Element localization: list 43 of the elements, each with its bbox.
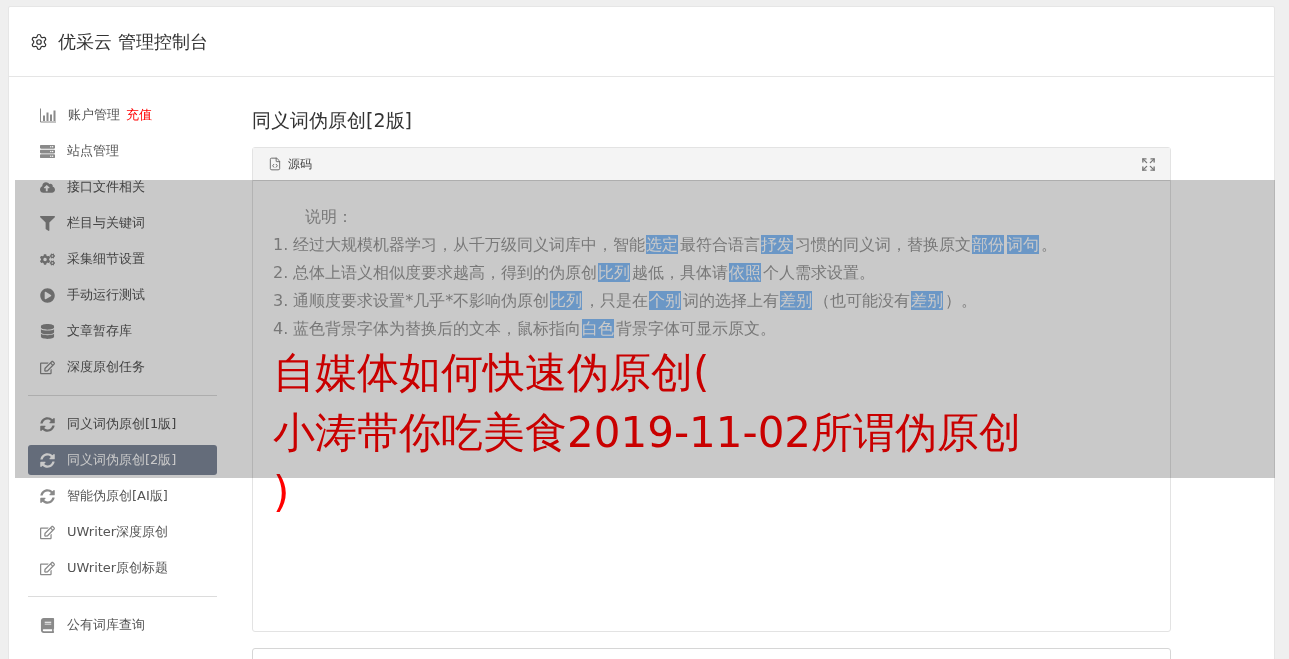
console-title: 优采云 管理控制台 xyxy=(58,29,208,54)
sidebar-item[interactable]: 同义词伪原创[1版] xyxy=(28,409,217,439)
sidebar-item[interactable]: 智能伪原创[AI版] xyxy=(28,481,217,511)
gears-icon xyxy=(40,251,55,267)
page-title: 同义词伪原创[2版] xyxy=(252,108,413,133)
article-line: 小涛带你吃美食2019-11-02所谓伪原创 xyxy=(273,407,1023,459)
edit-icon xyxy=(40,524,55,540)
play-icon xyxy=(40,287,55,303)
server-icon xyxy=(40,143,55,159)
article-line: ) xyxy=(273,467,291,519)
sidebar-item[interactable]: 站点管理 xyxy=(28,136,217,166)
settings-icon xyxy=(30,32,48,51)
sidebar-item[interactable]: UWriter深度原创 xyxy=(28,517,217,547)
book-icon xyxy=(40,617,55,633)
sidebar-item[interactable]: 栏目与关键词 xyxy=(28,208,217,238)
database-icon xyxy=(40,323,55,339)
instruction-line: 2. 总体上语义相似度要求越高，得到的伪原创比列越低，具体请依照个人需求设置。 xyxy=(273,262,877,284)
refresh-icon xyxy=(40,452,55,468)
source-button[interactable]: 源码 xyxy=(268,155,312,173)
sidebar-item[interactable]: 公有词库查询 xyxy=(28,610,217,640)
edit-icon xyxy=(40,359,55,375)
sidebar-item[interactable]: 同义词伪原创[2版] xyxy=(28,445,217,475)
cloud-upload-icon xyxy=(40,179,55,195)
instruction-line: 4. 蓝色背景字体为替换后的文本，鼠标指向 白色背景字体可显示原文。 xyxy=(273,318,778,340)
refresh-icon xyxy=(40,416,55,432)
sidebar-item[interactable]: 深度原创任务 xyxy=(28,352,217,382)
refresh-icon xyxy=(40,488,55,504)
intro-heading: 说明： xyxy=(304,206,354,228)
sidebar-item[interactable]: 文章暂存库 xyxy=(28,316,217,346)
bar-chart-icon xyxy=(40,107,56,123)
instruction-line: 3. 通顺度要求设置*几乎*不影响伪原创比列，只是在个别词的选择上有差别（也可能没有差别）。 xyxy=(273,290,979,312)
edit-icon xyxy=(40,560,55,576)
article-line: 自媒体如何快速伪原创( xyxy=(273,347,711,399)
sidebar-item[interactable]: 手动运行测试 xyxy=(28,280,217,310)
recharge-link[interactable]: 充值 xyxy=(126,106,152,124)
sidebar-item[interactable]: 接口文件相关 xyxy=(28,172,217,202)
sidebar-item[interactable]: 账户管理 充值 xyxy=(28,100,217,130)
file-code-icon xyxy=(268,157,282,171)
instruction-line: 1. 经过大规模机器学习，从千万级同义词库中，智能选定最符合语言抒发习惯的同义词，替换原文部份 词句。 xyxy=(273,234,1059,256)
filter-icon xyxy=(40,215,55,231)
sidebar-item[interactable]: UWriter原创标题 xyxy=(28,553,217,583)
sidebar-item[interactable]: 采集细节设置 xyxy=(28,244,217,274)
fullscreen-icon[interactable] xyxy=(1141,156,1156,172)
